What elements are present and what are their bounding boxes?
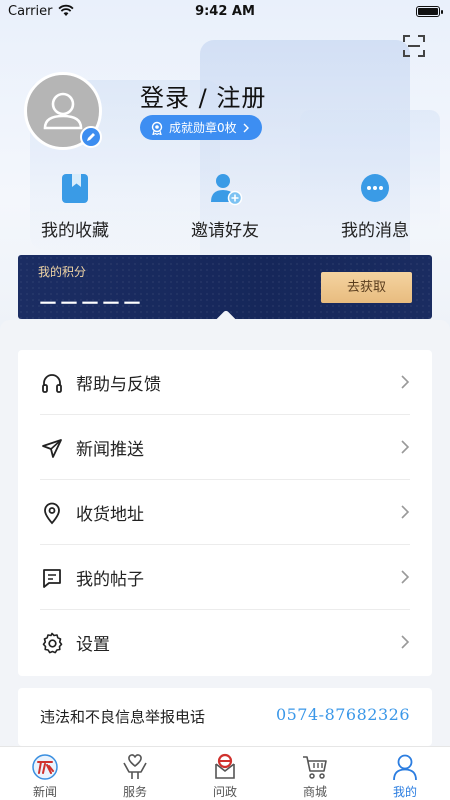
tab-label: 服务	[122, 785, 147, 799]
wenzheng-icon	[215, 753, 235, 779]
menu-item-my-posts[interactable]: 我的帖子	[18, 545, 432, 610]
tab-news[interactable]: 新闻	[0, 747, 90, 800]
edit-avatar-button[interactable]	[80, 126, 102, 148]
tab-label: 我的	[392, 785, 417, 799]
profile-icon	[393, 754, 417, 781]
points-value: －－－－－	[38, 291, 143, 315]
tab-mall[interactable]: 商城	[270, 747, 360, 800]
gear-icon	[42, 632, 63, 654]
menu-item-shipping-address[interactable]: 收货地址	[18, 480, 432, 545]
menu-item-news-push[interactable]: 新闻推送	[18, 415, 432, 480]
points-label: 我的积分	[38, 265, 87, 279]
quick-action-label: 我的收藏	[41, 221, 109, 241]
chevron-right-icon	[401, 505, 410, 519]
menu-item-label: 设置	[76, 635, 110, 655]
quick-action-label: 邀请好友	[191, 221, 259, 241]
tab-label: 问政	[212, 785, 237, 799]
chevron-right-icon	[243, 123, 249, 132]
pencil-icon	[87, 133, 95, 141]
achievement-medal-button[interactable]: 成就勋章0枚	[140, 115, 262, 140]
tab-mine[interactable]: 我的	[360, 747, 450, 800]
tab-wenzheng[interactable]: 问政	[180, 747, 270, 800]
medal-icon	[151, 121, 163, 135]
menu-item-label: 帮助与反馈	[76, 375, 161, 395]
report-hotline-row: 违法和不良信息举报电话 0574-87682326	[18, 688, 432, 746]
cart-icon	[303, 756, 327, 779]
menu-item-settings[interactable]: 设置	[18, 610, 432, 675]
headphones-icon	[42, 374, 62, 393]
clock: 9:42 AM	[195, 4, 255, 19]
bottom-tab-bar: 新闻 服务 问政 商城 我的	[0, 746, 450, 800]
post-icon	[43, 569, 61, 588]
service-icon	[123, 754, 147, 779]
quick-action-label: 我的消息	[341, 221, 409, 241]
bookmark-icon	[62, 174, 88, 203]
tab-service[interactable]: 服务	[90, 747, 180, 800]
tab-label: 商城	[302, 785, 327, 799]
settings-menu: 帮助与反馈 新闻推送 收货地址 我的帖子 设置	[18, 350, 432, 676]
invite-user-icon	[211, 174, 243, 206]
report-phone-link[interactable]: 0574-87682326	[276, 705, 410, 724]
chevron-right-icon	[401, 635, 410, 649]
chevron-right-icon	[401, 440, 410, 454]
scan-icon[interactable]	[402, 34, 426, 58]
quick-action-invite[interactable]: 邀请好友	[150, 168, 300, 244]
points-card: 我的积分 －－－－－ 去获取	[18, 255, 432, 319]
chevron-right-icon	[401, 375, 410, 389]
menu-item-label: 我的帖子	[76, 570, 144, 590]
message-icon	[361, 174, 389, 202]
tab-label: 新闻	[32, 785, 57, 799]
report-hotline-label: 违法和不良信息举报电话	[40, 708, 206, 726]
menu-item-label: 新闻推送	[76, 440, 144, 460]
login-register-link[interactable]: 登录 / 注册	[140, 78, 266, 113]
menu-item-help-feedback[interactable]: 帮助与反馈	[18, 350, 432, 415]
menu-item-label: 收货地址	[76, 505, 144, 525]
get-points-button[interactable]: 去获取	[321, 272, 412, 303]
status-bar: Carrier 9:42 AM	[0, 0, 450, 24]
quick-action-favorites[interactable]: 我的收藏	[0, 168, 150, 244]
news-logo-icon	[32, 754, 58, 780]
quick-action-messages[interactable]: 我的消息	[300, 168, 450, 244]
battery-icon	[416, 6, 443, 17]
send-icon	[42, 439, 62, 458]
chevron-right-icon	[401, 570, 410, 584]
medal-label: 成就勋章0枚	[169, 121, 237, 135]
location-pin-icon	[44, 502, 60, 525]
